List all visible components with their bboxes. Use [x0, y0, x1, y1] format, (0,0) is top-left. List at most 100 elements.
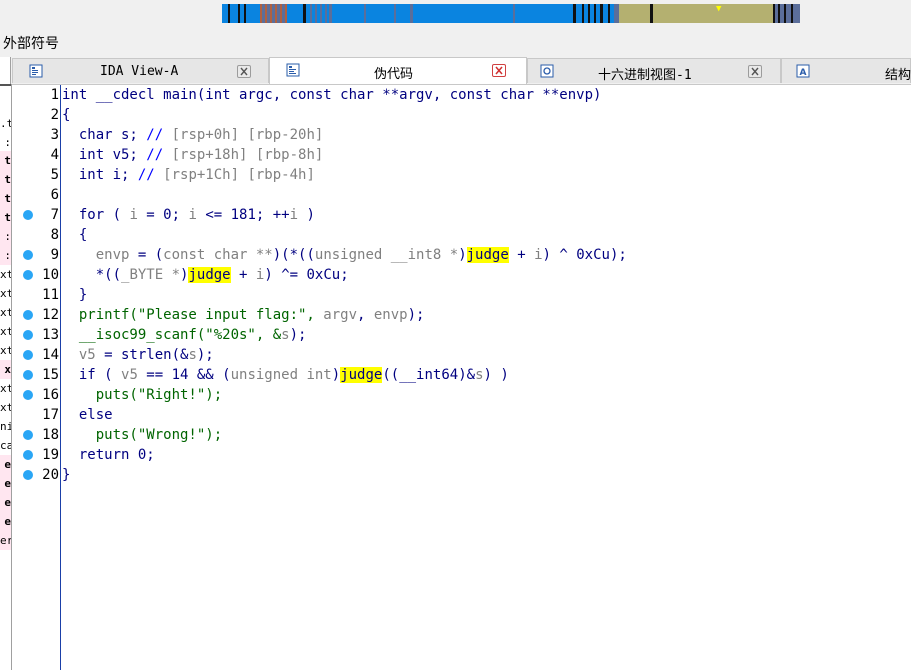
variable-token[interactable]: s	[475, 367, 483, 383]
list-item[interactable]: e	[0, 455, 11, 474]
code-line[interactable]: else	[62, 405, 113, 425]
close-tab-button[interactable]	[237, 65, 251, 78]
code-line[interactable]: v5 = strlen(&s);	[62, 345, 214, 365]
variable-token[interactable]: i	[188, 207, 196, 223]
variable-token[interactable]: i	[290, 207, 298, 223]
highlighted-symbol-judge[interactable]: judge	[466, 247, 509, 263]
breakpoint-dot-icon[interactable]	[23, 450, 33, 460]
current-position-arrow-icon: ▼	[716, 4, 722, 14]
navigation-band[interactable]: ▼	[0, 0, 911, 28]
variable-token[interactable]: i	[534, 247, 542, 263]
list-item[interactable]: xt	[0, 379, 11, 398]
list-item[interactable]: xt	[0, 303, 11, 322]
navigation-strip[interactable]: ▼	[222, 4, 800, 23]
toolbar: 外部符号	[0, 28, 911, 56]
tab-structures[interactable]: A 结构	[781, 58, 911, 83]
breakpoint-dot-icon[interactable]	[23, 330, 33, 340]
list-item[interactable]: e	[0, 512, 11, 531]
tab-label: 伪代码	[374, 67, 414, 82]
code-line[interactable]: puts("Wrong!");	[62, 425, 222, 445]
list-item[interactable]: ni	[0, 417, 11, 436]
code-token: )(*((	[272, 247, 315, 263]
code-line[interactable]: if ( v5 == 14 && (unsigned int)judge((__…	[62, 365, 509, 385]
list-item[interactable]: er	[0, 531, 11, 550]
list-item[interactable]: xt	[0, 341, 11, 360]
breakpoint-dot-icon[interactable]	[23, 210, 33, 220]
list-item[interactable]: t	[0, 189, 11, 208]
breakpoint-dot-icon[interactable]	[23, 470, 33, 480]
list-item[interactable]: t	[0, 208, 11, 227]
code-token: printf("Please input flag:",	[62, 307, 324, 323]
variable-token[interactable]: s	[188, 347, 196, 363]
breakpoint-dot-icon[interactable]	[23, 250, 33, 260]
list-item[interactable]: xt	[0, 322, 11, 341]
code-token: ) )	[483, 367, 509, 383]
breakpoint-dot-icon[interactable]	[23, 430, 33, 440]
list-item[interactable]: xt	[0, 284, 11, 303]
tab-ida-view-a[interactable]: IDA View-A	[12, 58, 269, 83]
line-number: 16	[42, 387, 59, 403]
code-line[interactable]: puts("Right!");	[62, 385, 222, 405]
code-line[interactable]: char s; // [rsp+0h] [rbp-20h]	[62, 125, 323, 145]
breakpoint-dot-icon[interactable]	[23, 270, 33, 280]
external-symbols-label[interactable]: 外部符号	[3, 33, 59, 53]
line-number: 5	[50, 167, 59, 183]
variable-token[interactable]: i	[129, 207, 137, 223]
code-line[interactable]: }	[62, 465, 70, 485]
comment-token: //	[137, 167, 164, 183]
list-item[interactable]: :	[0, 133, 11, 152]
close-tab-button[interactable]	[748, 65, 762, 78]
code-token: ) ^= 0xCu;	[264, 267, 349, 283]
code-line[interactable]: return 0;	[62, 445, 155, 465]
list-item[interactable]: ca	[0, 436, 11, 455]
tab-hex-view-1[interactable]: 十六进制视图-1	[527, 58, 781, 83]
variable-token[interactable]: envp	[96, 247, 130, 263]
highlighted-symbol-judge[interactable]: judge	[188, 267, 231, 283]
tab-label: 十六进制视图-1	[598, 68, 692, 83]
code-token: int v5;	[62, 147, 147, 163]
variable-token[interactable]: v5	[121, 367, 138, 383]
breakpoint-dot-icon[interactable]	[23, 310, 33, 320]
code-line[interactable]: }	[62, 285, 87, 305]
breakpoint-dot-icon[interactable]	[23, 370, 33, 380]
pseudocode-icon	[286, 63, 300, 77]
list-item[interactable]: :	[0, 246, 11, 265]
code-token: }	[62, 287, 88, 303]
list-item[interactable]: xt	[0, 265, 11, 284]
breakpoint-dot-icon[interactable]	[23, 390, 33, 400]
code-token: = (	[129, 247, 164, 263]
line-number: 13	[42, 327, 59, 343]
breakpoint-dot-icon[interactable]	[23, 350, 33, 360]
code-line[interactable]: int i; // [rsp+1Ch] [rbp-4h]	[62, 165, 315, 185]
list-item[interactable]: e	[0, 493, 11, 512]
variable-token[interactable]: v5	[79, 347, 96, 363]
list-item[interactable]: :	[0, 227, 11, 246]
functions-panel[interactable]: .t : t t t t : : xt xt xt xt xt x xt xt …	[0, 84, 12, 670]
code-line[interactable]: {	[62, 105, 70, 125]
list-item[interactable]: .t	[0, 114, 11, 133]
variable-token[interactable]: s	[281, 327, 289, 343]
list-item[interactable]: e	[0, 474, 11, 493]
code-token: ((__int64)&	[382, 367, 476, 383]
tab-pseudocode[interactable]: 伪代码	[269, 57, 527, 84]
code-line[interactable]: printf("Please input flag:", argv, envp)…	[62, 305, 425, 325]
code-line[interactable]: int v5; // [rsp+18h] [rbp-8h]	[62, 145, 323, 165]
variable-token[interactable]: argv	[323, 307, 357, 323]
code-line[interactable]: for ( i = 0; i <= 181; ++i )	[62, 205, 315, 225]
structures-icon: A	[796, 64, 810, 78]
code-line[interactable]: __isoc99_scanf("%20s", &s);	[62, 325, 307, 345]
highlighted-symbol-judge[interactable]: judge	[340, 367, 383, 383]
comment-token: [rsp+1Ch] [rbp-4h]	[163, 167, 315, 183]
list-item[interactable]: xt	[0, 398, 11, 417]
list-item[interactable]: x	[0, 360, 11, 379]
comment-token: //	[146, 127, 172, 143]
code-line[interactable]: *((_BYTE *)judge + i) ^= 0xCu;	[62, 265, 349, 285]
code-line[interactable]: {	[62, 225, 87, 245]
list-item[interactable]: t	[0, 151, 11, 170]
code-line[interactable]: int __cdecl main(int argc, const char **…	[62, 85, 601, 105]
pseudocode-editor[interactable]: 1 2 3 4 5 6 7 8 9 10 11 12 13 14 15 16 1…	[12, 85, 911, 670]
variable-token[interactable]: envp	[374, 307, 408, 323]
close-tab-button[interactable]	[492, 64, 506, 77]
code-line[interactable]: envp = (const char **)(*((unsigned __int…	[62, 245, 627, 265]
list-item[interactable]: t	[0, 170, 11, 189]
